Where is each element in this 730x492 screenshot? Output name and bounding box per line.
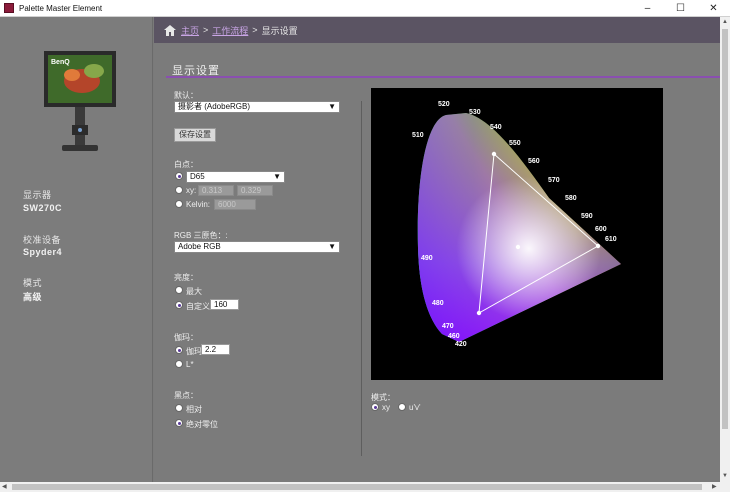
chevron-down-icon: ▼	[273, 172, 281, 181]
app-window: Palette Master Element – ☐ ✕ BenQ 显示器 SW…	[0, 0, 730, 492]
maximize-button[interactable]: ☐	[664, 0, 697, 17]
device-label: 校准设备	[23, 235, 62, 245]
wavelength-label-470: 470	[442, 323, 454, 330]
bk-relative-radio[interactable]	[175, 404, 183, 412]
wavelength-label-420: 420	[455, 341, 467, 348]
gm-value-input[interactable]: 2.2	[201, 344, 230, 355]
rgb-label: RGB 三原色：:	[174, 231, 228, 240]
wavelength-label-560: 560	[528, 158, 540, 165]
br-custom-radio[interactable]	[175, 301, 183, 309]
br-max-radio[interactable]	[175, 286, 183, 294]
column-divider	[361, 101, 362, 456]
display-label: 显示器	[23, 190, 52, 200]
chart-mode-xy-label: xy	[382, 403, 390, 412]
gm-gamma-radio[interactable]	[175, 346, 183, 354]
wp-y-input[interactable]: 0.329	[237, 185, 273, 196]
rgb-select-value: Adobe RGB	[178, 242, 221, 251]
wavelength-label-490: 490	[421, 255, 433, 262]
title-bar: Palette Master Element – ☐ ✕	[0, 0, 730, 17]
minimize-button[interactable]: –	[631, 0, 664, 17]
device-value: Spyder4	[23, 247, 63, 257]
chart-mode-uv-radio[interactable]	[398, 403, 406, 411]
home-icon[interactable]	[164, 24, 176, 36]
white-point-marker	[515, 244, 521, 250]
main-panel: 显示设置 默认： 摄影者 (AdobeRGB) ▼ 保存设置 白点： D65 ▼…	[154, 43, 720, 482]
wavelength-label-570: 570	[548, 177, 560, 184]
brand-logo: BenQ	[51, 59, 70, 66]
default-label: 默认：	[174, 91, 198, 100]
wp-kelvin-input[interactable]: 6000	[214, 199, 256, 210]
scroll-up-icon[interactable]: ▲	[722, 19, 728, 25]
default-select[interactable]: 摄影者 (AdobeRGB) ▼	[174, 101, 340, 113]
display-value: SW270C	[23, 203, 63, 213]
bk-absolute-radio[interactable]	[175, 419, 183, 427]
horizontal-scroll-thumb[interactable]	[12, 484, 702, 490]
br-max-label: 最大	[186, 287, 202, 296]
mode-value: 高级	[23, 292, 43, 302]
wavelength-label-520: 520	[438, 101, 450, 108]
gamut-point-green	[491, 151, 497, 157]
breadcrumb-workflow[interactable]: 工作流程	[212, 24, 248, 37]
gm-gamma-label: 伽玛	[186, 347, 202, 356]
wavelength-label-540: 540	[490, 124, 502, 131]
wavelength-label-550: 550	[509, 140, 521, 147]
bk-relative-label: 相对	[186, 405, 202, 414]
wavelength-label-600: 600	[595, 226, 607, 233]
sidebar: BenQ 显示器 SW270C 校准设备 Spyder4 模式 高级	[0, 17, 153, 482]
vertical-scroll-thumb[interactable]	[722, 29, 728, 429]
brightness-label: 亮度：	[174, 273, 198, 282]
default-select-value: 摄影者 (AdobeRGB)	[178, 102, 251, 111]
app-icon	[4, 3, 14, 13]
mode-label: 模式	[23, 278, 43, 288]
wavelength-label-510: 510	[412, 132, 424, 139]
wavelength-label-590: 590	[581, 213, 593, 220]
wp-d65-value: D65	[190, 172, 205, 181]
vertical-scrollbar[interactable]: ▲ ▼	[720, 17, 730, 482]
cie-chromaticity-chart: 420460 470 480 490 510 520 530 540 550 560 570 580 5…	[371, 88, 663, 380]
chart-mode-label: 模式：	[371, 393, 395, 402]
breadcrumb-separator: >	[252, 25, 258, 35]
scroll-down-icon[interactable]: ▼	[722, 473, 728, 479]
wp-d65-select[interactable]: D65 ▼	[186, 171, 285, 183]
horizontal-scrollbar[interactable]: ◀ ▶	[0, 482, 730, 492]
monitor-image: BenQ	[44, 51, 116, 151]
wp-xy-label: xy:	[186, 186, 197, 195]
wp-kelvin-label: Kelvin:	[186, 200, 211, 209]
gamut-point-blue	[476, 310, 482, 316]
bk-absolute-label: 绝对零位	[186, 420, 218, 429]
scroll-right-icon[interactable]: ▶	[712, 483, 717, 490]
wp-kelvin-radio[interactable]	[175, 200, 183, 208]
black-label: 黑点：	[174, 391, 198, 400]
save-settings-button[interactable]: 保存设置	[174, 128, 216, 142]
gamma-label: 伽玛：	[174, 333, 198, 342]
title-underline	[166, 76, 720, 78]
window-controls: – ☐ ✕	[631, 0, 730, 17]
breadcrumb-current: 显示设置	[261, 25, 298, 36]
chevron-down-icon: ▼	[328, 102, 336, 111]
chevron-down-icon: ▼	[328, 242, 336, 251]
window-title: Palette Master Element	[19, 3, 103, 13]
chart-mode-xy-radio[interactable]	[371, 403, 379, 411]
wavelength-label-460: 460	[448, 333, 460, 340]
breadcrumb: 主页 > 工作流程 > 显示设置	[154, 17, 720, 43]
wavelength-label-610: 610	[605, 236, 617, 243]
gm-lstar-radio[interactable]	[175, 360, 183, 368]
rgb-select[interactable]: Adobe RGB ▼	[174, 241, 340, 253]
breadcrumb-home[interactable]: 主页	[181, 24, 199, 37]
wavelength-label-580: 580	[565, 195, 577, 202]
gm-lstar-label: L*	[186, 360, 194, 369]
br-custom-label: 自定义	[186, 302, 210, 311]
scroll-left-icon[interactable]: ◀	[2, 483, 7, 490]
breadcrumb-separator: >	[203, 25, 209, 35]
wp-x-input[interactable]: 0.313	[198, 185, 234, 196]
wp-xy-radio[interactable]	[175, 186, 183, 194]
close-button[interactable]: ✕	[697, 0, 730, 17]
chart-mode-uv-label: u'v'	[409, 403, 421, 412]
br-value-input[interactable]: 160	[210, 299, 239, 310]
wp-d65-radio[interactable]	[175, 172, 183, 180]
whitepoint-label: 白点：	[174, 160, 198, 169]
gamut-point-red	[595, 243, 601, 249]
wavelength-label-530: 530	[469, 109, 481, 116]
wavelength-label-480: 480	[432, 300, 444, 307]
